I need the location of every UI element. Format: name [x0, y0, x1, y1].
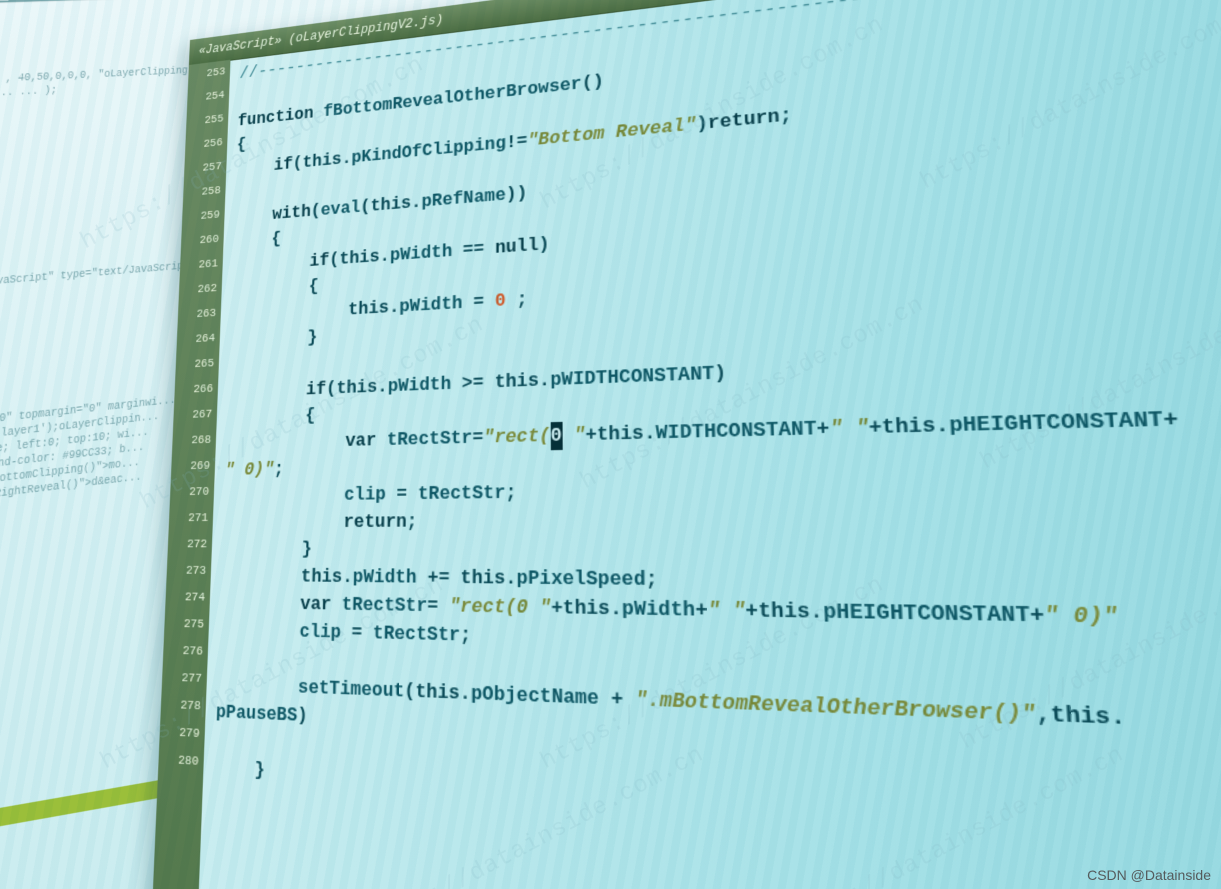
code-area[interactable]: //--------------------------------------… — [192, 0, 1221, 889]
monitor-photo: oLayerClipping.mRef( ... , 40,50,0,0,0, … — [0, 0, 1221, 889]
code-editor-window: «JavaScript» (oLayerClippingV2.js) 25325… — [146, 0, 1221, 889]
credit-text: CSDN @Datainside — [1087, 867, 1211, 883]
